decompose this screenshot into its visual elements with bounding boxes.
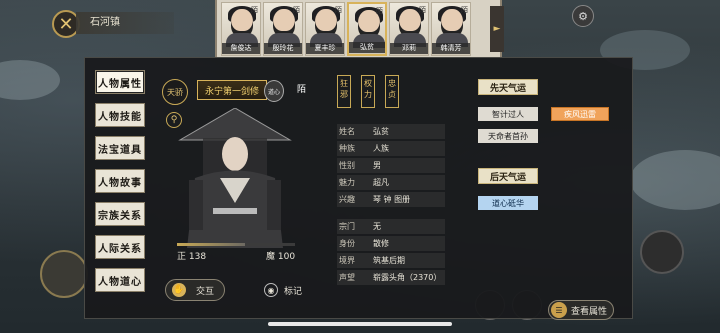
- attribute-key: 性别: [339, 161, 355, 170]
- eye-icon: ◉: [264, 283, 278, 297]
- attribute-value: 琴 钟 图册: [373, 195, 411, 204]
- attribute-row: 境界 筑基后期: [337, 253, 445, 268]
- attribute-key: 姓名: [339, 127, 355, 136]
- character-card[interactable]: 陌弘贫: [347, 2, 387, 56]
- interact-button[interactable]: ✋ 交互: [165, 279, 225, 301]
- nav-item[interactable]: 人际关系: [95, 235, 145, 259]
- relation-mark: 陌: [297, 85, 307, 95]
- character-name: 韩清芳: [432, 43, 470, 54]
- attribute-value: 筑基后期: [373, 256, 405, 265]
- righteous-value: 正 138: [177, 252, 207, 262]
- attribute-row: 身份 散修: [337, 236, 445, 251]
- attribute-key: 声望: [339, 273, 355, 282]
- scroll-icon: ☰: [551, 302, 567, 318]
- character-card[interactable]: 陌夏丰珍: [305, 2, 345, 56]
- relation-tag: 陌: [293, 6, 300, 14]
- innate-fortune-title: 先天气运: [478, 79, 538, 95]
- character-portrait: [178, 108, 292, 248]
- attribute-key: 种族: [339, 144, 355, 153]
- alignment-bar: [177, 243, 295, 246]
- view-attributes-button[interactable]: ☰ 查看属性: [548, 300, 614, 320]
- attribute-row: 姓名 弘贫: [337, 124, 445, 139]
- attribute-value: 崭露头角（2370）: [373, 273, 442, 282]
- nav-item[interactable]: 人物故事: [95, 169, 145, 193]
- character-name: 夏丰珍: [306, 43, 344, 54]
- relation-tag: 陌: [376, 7, 383, 15]
- innate-trait-3[interactable]: 天命者首孙: [478, 129, 538, 143]
- mark-button[interactable]: ◉ 标记: [264, 282, 302, 298]
- attribute-value: 男: [373, 161, 381, 170]
- attribute-row: 兴趣 琴 钟 图册: [337, 192, 445, 207]
- character-card[interactable]: 陌詹俊达: [221, 2, 261, 56]
- attribute-row: 宗门 无: [337, 219, 445, 234]
- character-name: 殷玲花: [264, 43, 302, 54]
- attribute-key: 身份: [339, 239, 355, 248]
- relation-tag: 陌: [335, 6, 342, 14]
- attribute-value: 散修: [373, 239, 389, 248]
- character-strip: 陌詹俊达陌殷玲花陌夏丰珍陌弘贫陌邓莉陌韩清芳: [215, 0, 502, 58]
- nav-item[interactable]: 法宝道具: [95, 136, 145, 160]
- hand-icon: ✋: [172, 283, 186, 297]
- acquired-trait-1[interactable]: 道心砥华: [478, 196, 538, 210]
- nav-item[interactable]: 人物技能: [95, 103, 145, 127]
- nav-item[interactable]: 宗族关系: [95, 202, 145, 226]
- attribute-value: 人族: [373, 144, 389, 153]
- character-name: 邓莉: [390, 43, 428, 54]
- character-card[interactable]: 陌邓莉: [389, 2, 429, 56]
- attribute-value: 弘贫: [373, 127, 389, 136]
- attribute-row: 魅力 超凡: [337, 175, 445, 190]
- character-name: 詹俊达: [222, 43, 260, 54]
- trait-tab[interactable]: 权力: [361, 75, 375, 108]
- innate-trait-2[interactable]: 疾风迅雷: [551, 107, 609, 121]
- attribute-row: 性别 男: [337, 158, 445, 173]
- daoxin-badge[interactable]: 道心: [264, 80, 284, 102]
- location-label: 石河镇: [76, 12, 174, 34]
- home-indicator: [268, 322, 452, 326]
- relation-tag: 陌: [419, 6, 426, 14]
- nav-item[interactable]: 人物道心: [95, 268, 145, 292]
- gear-icon[interactable]: ⚙: [572, 5, 594, 27]
- attribute-row: 种族 人族: [337, 141, 445, 156]
- innate-trait-1[interactable]: 智计过人: [478, 107, 538, 121]
- relation-tag: 陌: [461, 6, 468, 14]
- attribute-value: 无: [373, 222, 381, 231]
- attribute-key: 宗门: [339, 222, 355, 231]
- nav-item[interactable]: 人物属性: [95, 70, 145, 94]
- title-badge[interactable]: 永宁第一剑修: [197, 80, 267, 100]
- attribute-key: 魅力: [339, 178, 355, 187]
- close-icon: ✕: [58, 13, 74, 35]
- emblem-badge: 天骄: [162, 79, 188, 105]
- character-name: 弘贫: [349, 42, 385, 53]
- trait-tab[interactable]: 忠贞: [385, 75, 399, 108]
- character-card[interactable]: 陌韩清芳: [431, 2, 471, 56]
- strip-scroll-arrow[interactable]: ►: [490, 6, 504, 52]
- attribute-key: 兴趣: [339, 195, 355, 204]
- relation-tag: 陌: [251, 6, 258, 14]
- attribute-row: 声望 崭露头角（2370）: [337, 270, 445, 285]
- trait-tab[interactable]: 狂邪: [337, 75, 351, 108]
- attribute-value: 超凡: [373, 178, 389, 187]
- demonic-value: 魔 100: [266, 252, 296, 262]
- character-card[interactable]: 陌殷玲花: [263, 2, 303, 56]
- acquired-fortune-title: 后天气运: [478, 168, 538, 184]
- attribute-key: 境界: [339, 256, 355, 265]
